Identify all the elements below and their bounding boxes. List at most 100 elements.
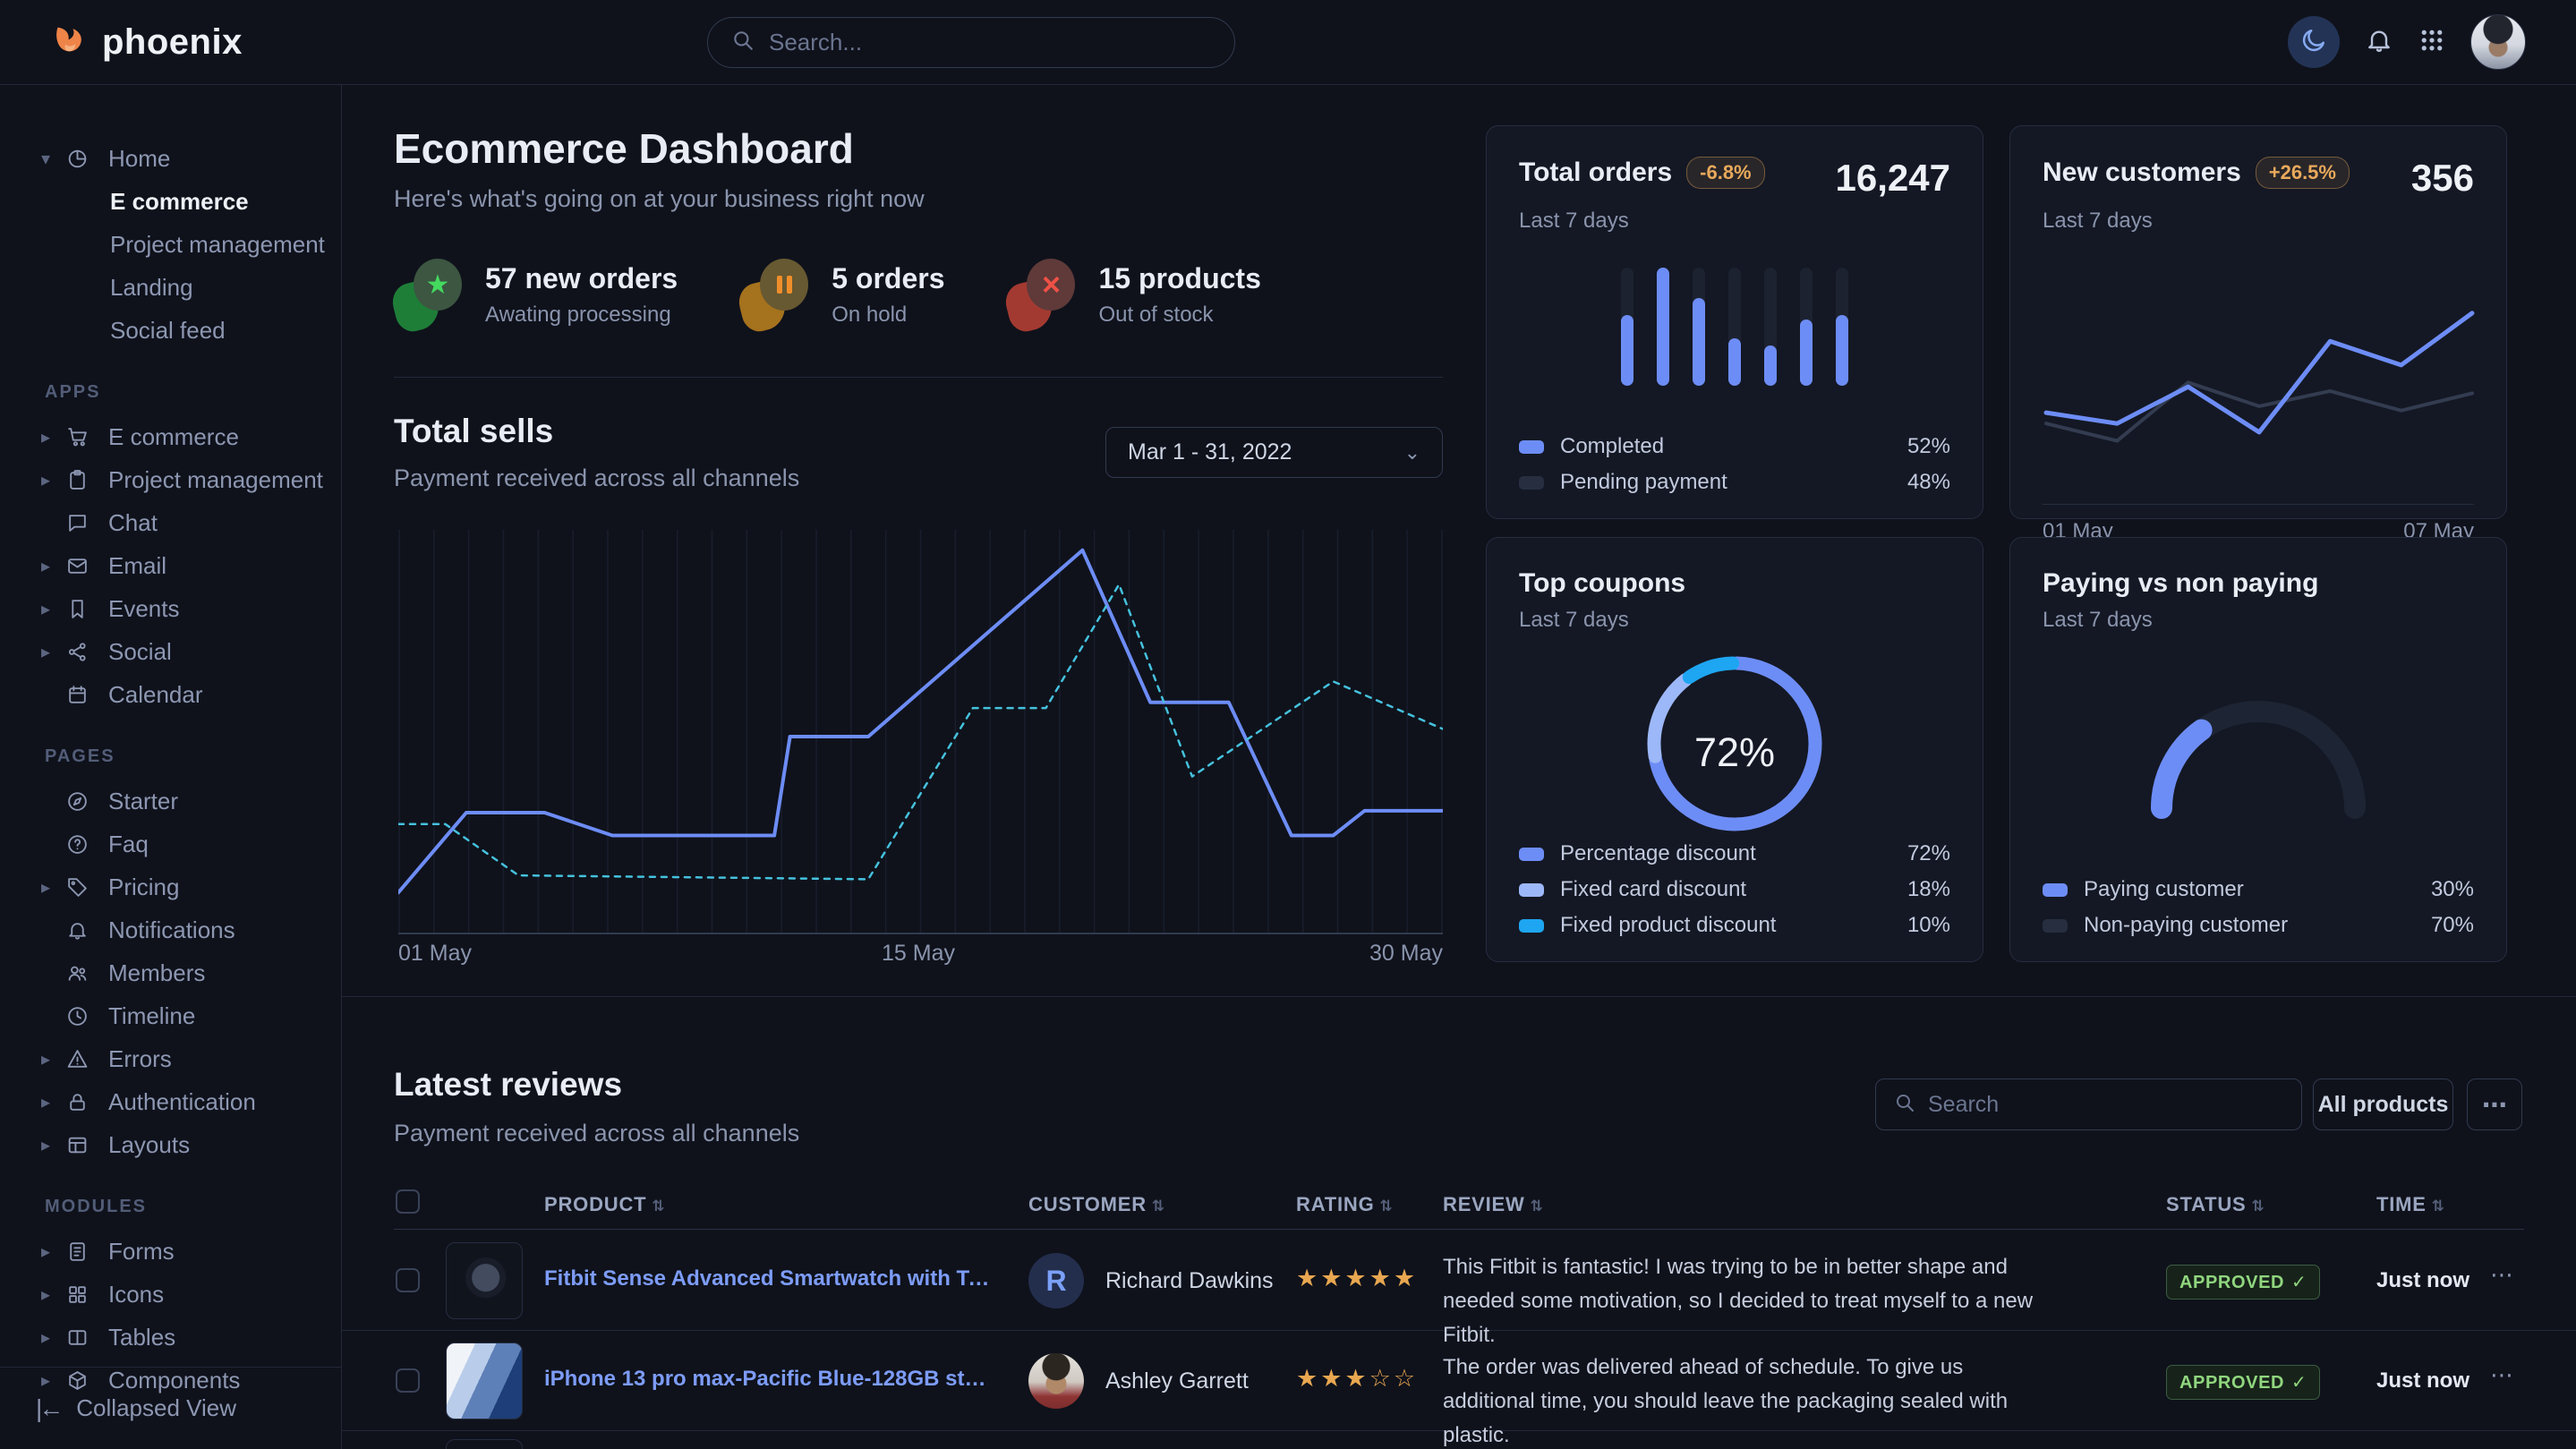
new-customers-title: New customers <box>2043 158 2241 188</box>
status-badge: APPROVED✓ <box>2166 1265 2320 1300</box>
sidebar-item-layouts[interactable]: ▸ Layouts <box>0 1123 341 1166</box>
sidebar-item-timeline[interactable]: ▸ Timeline <box>0 994 341 1037</box>
global-search[interactable] <box>707 17 1235 68</box>
paying-gauge-chart <box>2010 672 2506 820</box>
order-bar-5 <box>1764 268 1777 386</box>
compass-icon <box>66 790 89 813</box>
order-bar-3 <box>1693 268 1705 386</box>
reviews-search[interactable] <box>1875 1078 2302 1130</box>
caret-right-icon: ▸ <box>41 641 59 663</box>
product-link[interactable]: Fitbit Sense Advanced Smartwatch with To… <box>544 1266 992 1291</box>
out-of-stock-x-icon: × <box>1007 259 1075 330</box>
sidebar-item-notifications[interactable]: ▸ Notifications <box>0 908 341 951</box>
review-row-3-partial <box>342 1431 2576 1449</box>
bell-icon <box>2365 26 2393 59</box>
sidebar-item-chat[interactable]: ▸ Chat <box>0 501 341 544</box>
customer-name: Ashley Garrett <box>1105 1368 1249 1394</box>
sidebar-item-social[interactable]: ▸ Social <box>0 630 341 673</box>
top-coupons-title: Top coupons <box>1519 568 1685 599</box>
legend-fixed-product-discount: Fixed product discount 10% <box>1519 913 1950 938</box>
sidebar-item-e-commerce[interactable]: ▸ E commerce <box>0 415 341 458</box>
product-thumbnail[interactable] <box>446 1242 523 1319</box>
sidebar-item-home[interactable]: ▾ Home <box>0 137 341 180</box>
sort-icon: ⇅ <box>2252 1198 2265 1215</box>
col-status[interactable]: STATUS⇅ <box>2166 1193 2265 1216</box>
col-customer[interactable]: CUSTOMER⇅ <box>1028 1193 1165 1216</box>
legend-completed: Completed 52% <box>1519 434 1950 459</box>
legend-paying-customer: Paying customer 30% <box>2043 877 2474 902</box>
section-divider <box>342 996 2576 997</box>
bookmark-icon <box>66 598 89 620</box>
row-checkbox[interactable] <box>396 1268 420 1292</box>
collapsed-view-toggle[interactable]: |← Collapsed View <box>0 1367 341 1449</box>
question-icon <box>66 833 89 856</box>
latest-reviews-subtitle: Payment received across all channels <box>394 1120 799 1147</box>
caret-right-icon: ▸ <box>41 1240 59 1263</box>
sidebar-item-events[interactable]: ▸ Events <box>0 587 341 630</box>
share-icon <box>66 641 89 663</box>
sidebar-item-social-feed[interactable]: Social feed <box>0 309 341 352</box>
caret-right-icon: ▸ <box>41 1134 59 1156</box>
main-content: Ecommerce Dashboard Here's what's going … <box>342 85 2576 1449</box>
date-range-select[interactable]: Mar 1 - 31, 2022 ⌄ <box>1105 427 1443 478</box>
apps-menu-button[interactable] <box>2418 27 2445 58</box>
clipboard-icon <box>66 469 89 491</box>
select-all-checkbox[interactable] <box>396 1189 420 1214</box>
caret-right-icon: ▸ <box>41 426 59 448</box>
caret-down-icon: ▾ <box>41 148 59 170</box>
sidebar-item-forms[interactable]: ▸ Forms <box>0 1230 341 1273</box>
sidebar-item-project-management[interactable]: Project management <box>0 223 341 266</box>
all-products-button[interactable]: All products <box>2313 1078 2453 1130</box>
order-bar-7 <box>1836 268 1848 386</box>
product-thumbnail[interactable] <box>446 1439 523 1449</box>
sort-icon: ⇅ <box>1531 1198 1544 1215</box>
new-customers-line-chart <box>2043 260 2476 495</box>
notifications-button[interactable] <box>2365 26 2393 59</box>
search-input[interactable] <box>769 29 1211 56</box>
sidebar-item-faq[interactable]: ▸ Faq <box>0 823 341 865</box>
product-link[interactable]: iPhone 13 pro max-Pacific Blue-128GB sto… <box>544 1367 992 1392</box>
theme-toggle-button[interactable] <box>2288 16 2340 68</box>
sidebar-item-authentication[interactable]: ▸ Authentication <box>0 1080 341 1123</box>
col-review[interactable]: REVIEW⇅ <box>1443 1193 1544 1216</box>
sidebar-item-project-management[interactable]: ▸ Project management <box>0 458 341 501</box>
sidebar-item-icons[interactable]: ▸ Icons <box>0 1273 341 1316</box>
grid4-icon <box>66 1283 89 1306</box>
calendar-icon <box>66 684 89 706</box>
sidebar-item-errors[interactable]: ▸ Errors <box>0 1037 341 1080</box>
sidebar-item-calendar[interactable]: ▸ Calendar <box>0 673 341 716</box>
brand[interactable]: phoenix <box>0 20 376 65</box>
col-rating[interactable]: RATING⇅ <box>1296 1193 1394 1216</box>
reviews-table-header: PRODUCT⇅ CUSTOMER⇅ RATING⇅ REVIEW⇅ STATU… <box>342 1184 2576 1229</box>
sidebar-section-modules: MODULES <box>45 1197 341 1217</box>
row-menu-button[interactable]: ⋯ <box>2490 1261 2513 1289</box>
legend-non-paying-customer: Non-paying customer 70% <box>2043 913 2474 938</box>
on-hold-pause-icon <box>740 259 808 330</box>
reviews-more-button[interactable]: ⋯ <box>2467 1078 2522 1130</box>
top-navbar: phoenix <box>0 0 2576 85</box>
total-orders-value: 16,247 <box>1836 157 1950 200</box>
rating-stars: ★★★☆☆ <box>1296 1365 1418 1393</box>
col-time[interactable]: TIME⇅ <box>2376 1193 2445 1216</box>
review-row-1: Fitbit Sense Advanced Smartwatch with To… <box>342 1231 2576 1331</box>
form-icon <box>66 1240 89 1263</box>
sidebar-item-members[interactable]: ▸ Members <box>0 951 341 994</box>
paying-card: Paying vs non paying Last 7 days Paying … <box>2009 537 2507 962</box>
reviews-search-input[interactable] <box>1928 1092 2283 1118</box>
total-sells-subtitle: Payment received across all channels <box>394 465 799 492</box>
users-icon <box>66 962 89 984</box>
sidebar-item-email[interactable]: ▸ Email <box>0 544 341 587</box>
review-time: Just now <box>2376 1268 2469 1293</box>
sidebar-item-pricing[interactable]: ▸ Pricing <box>0 865 341 908</box>
user-avatar[interactable] <box>2470 14 2526 70</box>
grid-icon <box>2418 27 2445 58</box>
col-product[interactable]: PRODUCT⇅ <box>544 1193 665 1216</box>
sidebar-item-landing[interactable]: Landing <box>0 266 341 309</box>
sidebar-item-tables[interactable]: ▸ Tables <box>0 1316 341 1359</box>
sidebar-item-e-commerce[interactable]: E commerce <box>0 180 341 223</box>
row-menu-button[interactable]: ⋯ <box>2490 1361 2513 1389</box>
sidebar-item-starter[interactable]: ▸ Starter <box>0 780 341 823</box>
row-checkbox[interactable] <box>396 1368 420 1393</box>
stat-orders-on-hold: 5 orders On hold <box>740 259 944 330</box>
product-thumbnail[interactable] <box>446 1342 523 1419</box>
